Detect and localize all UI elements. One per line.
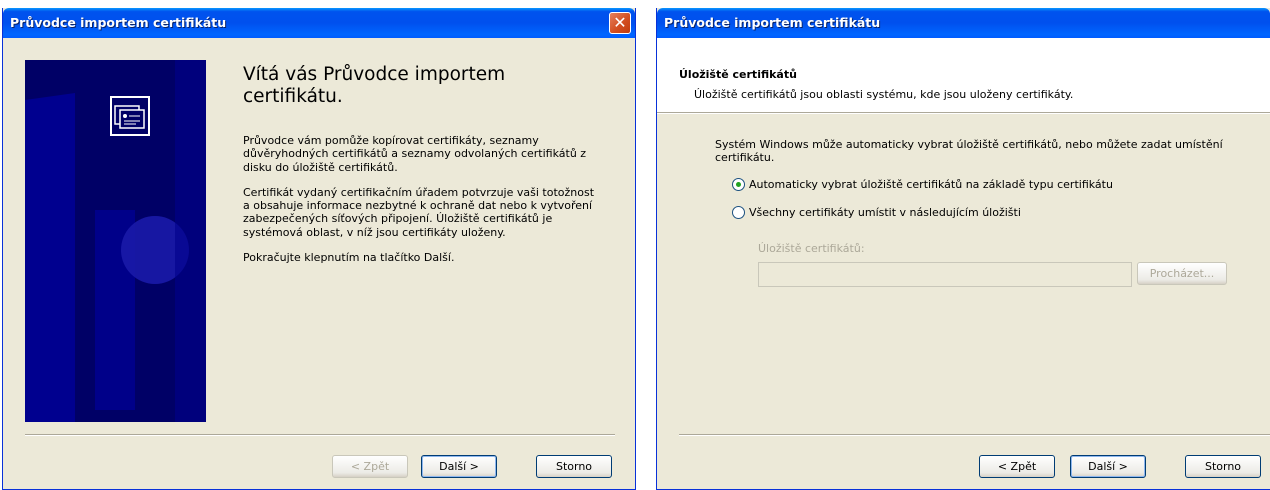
back-button[interactable]: < Zpět [979, 455, 1055, 478]
back-button[interactable]: < Zpět [332, 455, 408, 478]
intro-paragraph: Průvodce vám pomůže kopírovat certifikát… [243, 134, 587, 174]
certificate-icon [110, 96, 150, 136]
welcome-graphic [25, 60, 206, 422]
radio-checked[interactable] [732, 178, 745, 191]
header-title: Úložiště certifikátů [679, 68, 797, 81]
radio-auto-row[interactable]: Automaticky vybrat úložiště certifikátů … [732, 178, 1113, 191]
wizard-dialog-store: Průvodce importem certifikátu Úložiště c… [656, 8, 1270, 490]
close-icon[interactable]: ✕ [609, 12, 631, 34]
next-button[interactable]: Další > [1070, 455, 1146, 478]
store-input[interactable] [758, 262, 1132, 287]
certificate-paragraph: Certifikát vydaný certifikačním úřadem p… [243, 185, 595, 239]
radio-unchecked[interactable] [732, 206, 745, 219]
separator [679, 434, 1270, 436]
separator [25, 434, 615, 436]
welcome-content: Vítá vás Průvodce importem certifikátu. … [243, 64, 603, 276]
continue-paragraph: Pokračujte klepnutím na tlačítko Další. [243, 251, 455, 265]
radio-manual-row[interactable]: Všechny certifikáty umístit v následujíc… [732, 206, 1021, 219]
store-label: Úložiště certifikátů: [758, 242, 865, 255]
title-bar[interactable]: Průvodce importem certifikátu ✕ [3, 8, 635, 38]
wizard-dialog-welcome: Průvodce importem certifikátu ✕ Vítá vás… [2, 8, 636, 490]
window-title: Průvodce importem certifikátu [10, 15, 227, 30]
next-button[interactable]: Další > [421, 455, 497, 478]
welcome-title: Vítá vás Průvodce importem certifikátu. [243, 64, 506, 107]
cancel-button[interactable]: Storno [536, 455, 612, 478]
radio-auto-label[interactable]: Automaticky vybrat úložiště certifikátů … [749, 178, 1113, 191]
intro-text: Systém Windows může automaticky vybrat ú… [715, 138, 1223, 165]
cancel-button[interactable]: Storno [1185, 455, 1261, 478]
header-subtitle: Úložiště certifikátů jsou oblasti systém… [694, 88, 1074, 101]
header-separator [657, 112, 1270, 114]
window-title: Průvodce importem certifikátu [664, 15, 881, 30]
browse-button[interactable]: Procházet... [1137, 262, 1227, 285]
radio-manual-label[interactable]: Všechny certifikáty umístit v následujíc… [749, 206, 1021, 219]
title-bar[interactable]: Průvodce importem certifikátu [657, 8, 1270, 38]
